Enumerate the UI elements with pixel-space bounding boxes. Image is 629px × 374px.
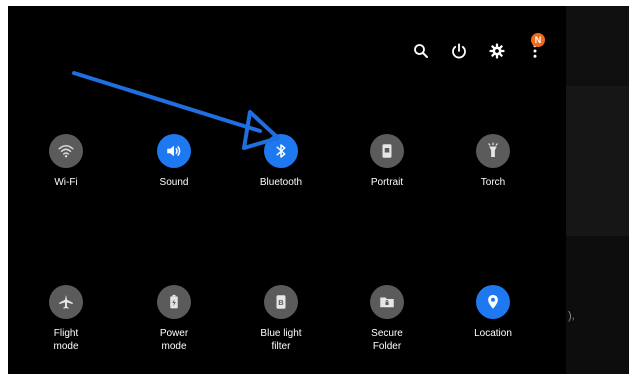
secure-folder-icon [370,285,404,319]
quick-panel-toolbar: N [412,33,545,60]
search-icon[interactable] [412,42,430,60]
tile-flight-mode[interactable]: Flight mode [26,285,106,353]
portrait-icon [370,134,404,168]
power-icon[interactable] [450,42,468,60]
location-icon [476,285,510,319]
tile-blue-light-filter[interactable]: B Blue light filter [241,285,321,353]
tile-portrait[interactable]: Portrait [347,134,427,189]
tile-sound[interactable]: Sound [134,134,214,189]
tile-label: Sound [159,177,189,188]
settings-icon[interactable] [488,42,506,60]
sound-icon [157,134,191,168]
tile-label: Wi-Fi [54,177,78,188]
torch-icon [476,134,510,168]
tile-label: Torch [480,177,506,188]
airplane-icon [49,285,83,319]
tile-label: Power mode [159,328,189,352]
battery-icon [157,285,191,319]
tile-label: Flight mode [53,328,79,352]
tile-power-mode[interactable]: Power mode [134,285,214,353]
tile-label: Secure Folder [371,328,403,352]
tile-label: Bluetooth [259,177,303,188]
svg-text:B: B [278,298,284,307]
background-app-strip: ), [566,0,629,374]
tile-label: Blue light filter [260,328,302,352]
blue-light-icon: B [264,285,298,319]
partial-text: ), [568,310,575,322]
tile-label: Portrait [370,177,404,188]
tile-torch[interactable]: Torch [453,134,533,189]
tile-label: Location [474,328,512,339]
quick-settings-panel: N Wi-Fi Sound Bluetooth Portrait Torch F… [8,6,566,374]
tile-secure-folder[interactable]: Secure Folder [347,285,427,353]
tile-bluetooth[interactable]: Bluetooth [241,134,321,189]
more-options-icon[interactable]: N [526,33,545,60]
bluetooth-icon [264,134,298,168]
tile-wifi[interactable]: Wi-Fi [26,134,106,189]
wifi-icon [49,134,83,168]
notification-badge: N [531,33,545,47]
tile-location[interactable]: Location [453,285,533,340]
